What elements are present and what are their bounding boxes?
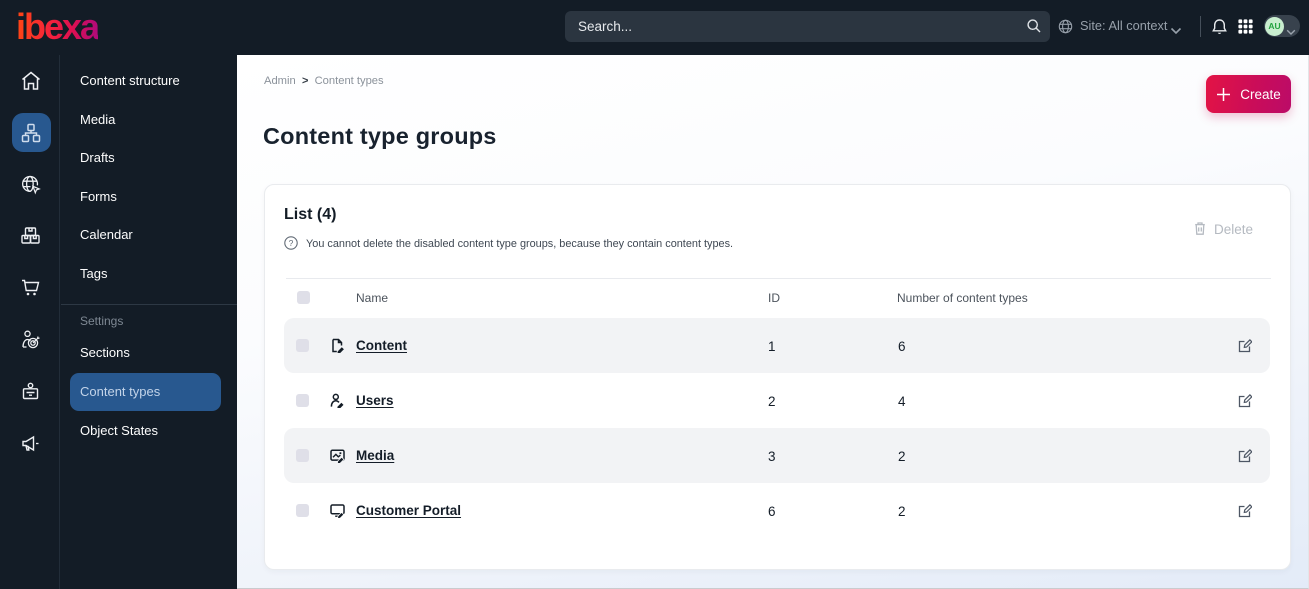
svg-text:?: ?	[289, 238, 294, 248]
